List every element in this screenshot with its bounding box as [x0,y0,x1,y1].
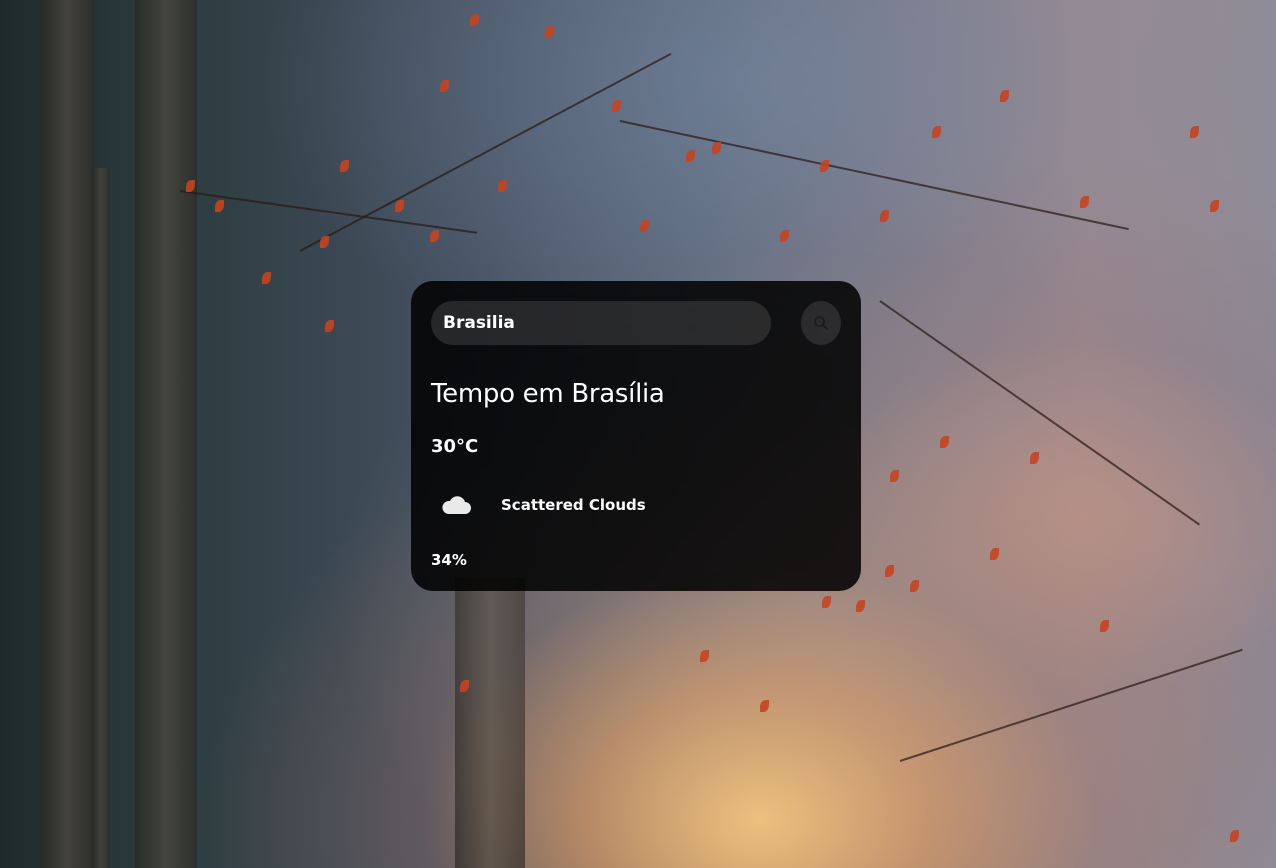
weather-card: Tempo em Brasília 30°C Scattered Clouds … [411,281,861,591]
weather-condition: Scattered Clouds [431,487,646,523]
humidity-value: 34% [431,551,467,569]
temperature-value: 30°C [431,436,479,457]
search-bar [431,301,841,345]
cloud-icon [431,487,481,523]
city-title: Tempo em Brasília [431,379,665,409]
search-icon [813,315,829,331]
condition-text: Scattered Clouds [501,496,646,514]
city-search-input[interactable] [431,301,771,345]
search-button[interactable] [801,301,841,345]
